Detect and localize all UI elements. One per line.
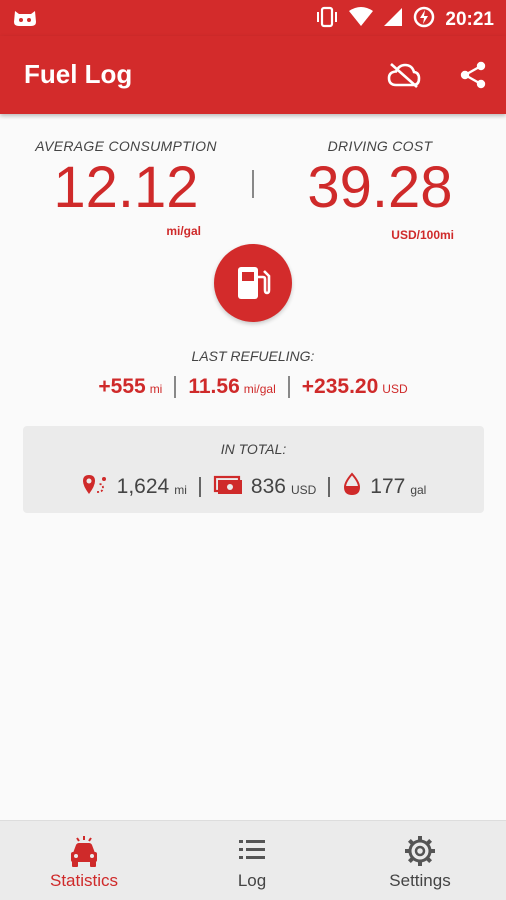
total-divider: [328, 476, 331, 497]
app-bar: Fuel Log: [0, 36, 506, 114]
driving-cost-label: DRIVING COST: [327, 138, 433, 154]
battery-charging-icon: [413, 6, 435, 33]
last-divider: [174, 376, 177, 398]
last-distance-value: +555: [98, 375, 146, 398]
driving-cost-unit: USD/100mi: [391, 228, 454, 242]
list-icon: [239, 840, 265, 859]
total-divider: [198, 476, 201, 497]
driving-cost: DRIVING COST 39.28 USD/100mi: [280, 138, 480, 242]
nav-statistics-label: Statistics: [49, 871, 119, 890]
add-refueling-button[interactable]: [214, 244, 292, 322]
route-icon: [81, 472, 109, 501]
total-distance-value: 1,624: [116, 474, 170, 498]
nav-settings-label: Settings: [389, 871, 451, 890]
gear-icon: [405, 836, 435, 866]
nav-settings[interactable]: Settings: [336, 821, 504, 900]
total-money-unit: USD: [290, 482, 317, 497]
summary-divider: [252, 170, 254, 198]
last-consumption-value: 11.56: [188, 375, 240, 398]
nav-statistics[interactable]: Statistics: [0, 821, 168, 900]
cloud-off-icon: [387, 63, 421, 88]
bottom-navigation: Statistics Log Settings: [0, 820, 506, 900]
last-refueling-stats: +555 mi 11.56 mi/gal +235.20 USD: [0, 375, 506, 399]
status-bar: 20:21: [0, 0, 506, 36]
vibrate-icon: [315, 6, 339, 33]
total-fuel-value: 177: [370, 474, 406, 498]
in-total-card: IN TOTAL: 1,624 mi 836 USD 177 gal: [23, 426, 484, 513]
total-distance-unit: mi: [174, 482, 187, 497]
fuel-pump-icon: [238, 267, 271, 299]
in-total-label: IN TOTAL:: [220, 441, 287, 457]
total-fuel-unit: gal: [410, 482, 427, 497]
average-consumption-value: 12.12: [53, 155, 199, 220]
driving-cost-value: 39.28: [307, 155, 453, 220]
nav-log-label: Log: [237, 871, 267, 890]
fuel-drop-icon: [342, 472, 362, 501]
average-consumption-unit: mi/gal: [166, 224, 201, 238]
last-distance-unit: mi: [149, 382, 163, 396]
in-total-stats: 1,624 mi 836 USD 177 gal: [23, 472, 484, 501]
last-divider: [287, 376, 290, 398]
last-cost-value: +235.20: [301, 375, 379, 398]
share-button[interactable]: [455, 57, 491, 93]
average-consumption-label: AVERAGE CONSUMPTION: [35, 138, 217, 154]
last-refueling-label: LAST REFUELING:: [191, 348, 315, 364]
money-icon: [213, 472, 243, 501]
last-cost-unit: USD: [382, 382, 408, 396]
cloud-off-button[interactable]: [386, 57, 422, 93]
signal-icon: [383, 7, 403, 32]
status-time: 20:21: [445, 8, 494, 30]
car-icon: [71, 836, 97, 867]
wifi-icon: [349, 7, 374, 32]
nav-log[interactable]: Log: [168, 821, 336, 900]
average-consumption: AVERAGE CONSUMPTION 12.12 mi/gal: [26, 138, 226, 238]
share-icon: [460, 61, 486, 89]
cyanogen-icon: [12, 8, 38, 33]
last-consumption-unit: mi/gal: [243, 382, 276, 396]
app-title: Fuel Log: [24, 59, 133, 89]
total-money-value: 836: [250, 474, 286, 498]
